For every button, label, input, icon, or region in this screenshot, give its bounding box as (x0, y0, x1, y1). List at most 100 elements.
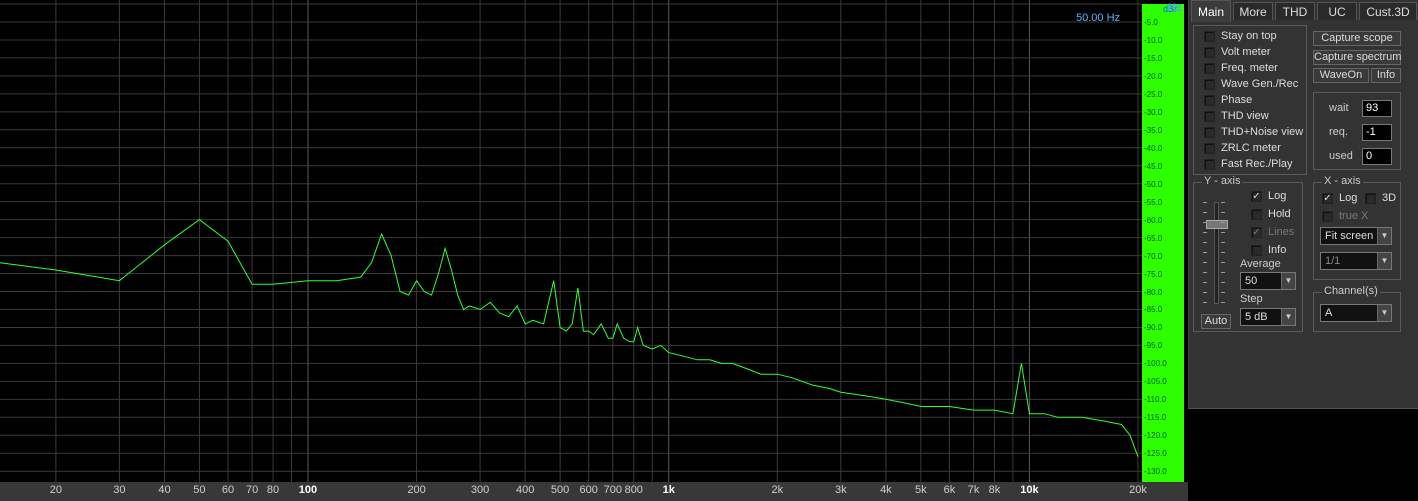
option-label: Fast Rec./Play (1221, 158, 1293, 170)
average-select[interactable]: 50 ▼ (1240, 272, 1296, 290)
y-tick-label: -60.0 (1144, 215, 1163, 225)
checkbox[interactable] (1204, 94, 1215, 106)
slider-tick (1221, 242, 1225, 243)
y-tick-label: -10.0 (1144, 35, 1163, 45)
option-freq-meter[interactable]: Freq. meter (1204, 60, 1278, 76)
checkbox[interactable] (1204, 126, 1215, 138)
y-hold-option[interactable]: Hold (1251, 206, 1291, 222)
option-label: Freq. meter (1221, 62, 1278, 74)
checkbox[interactable] (1251, 244, 1262, 256)
x-scale-select[interactable]: Fit screen ▼ (1320, 227, 1392, 245)
y-tick-label: -75.0 (1144, 269, 1163, 279)
slider-tick (1221, 292, 1225, 293)
x-ratio-select[interactable]: 1/1 ▼ (1320, 252, 1392, 270)
option-thd-noise-view[interactable]: THD+Noise view (1204, 124, 1303, 140)
capture-spectrum-button[interactable]: Capture spectrum (1313, 50, 1401, 65)
step-select[interactable]: 5 dB ▼ (1240, 308, 1296, 326)
checkbox[interactable] (1204, 78, 1215, 90)
spectrum-plot[interactable] (0, 0, 1142, 482)
x-tick-label: 30 (113, 484, 126, 496)
req-field[interactable]: -1 (1362, 124, 1392, 141)
slider-tick (1221, 282, 1225, 283)
option-label: Lines (1268, 226, 1295, 238)
option-label: Phase (1221, 94, 1253, 106)
x-tick-label: 5k (915, 484, 927, 496)
checkbox-checked[interactable]: ✓ (1322, 192, 1333, 204)
x-tick-label: 80 (266, 484, 280, 496)
x-tick-label: 100 (298, 484, 318, 496)
checkbox[interactable] (1204, 62, 1215, 74)
waveon-button[interactable]: WaveOn (1313, 68, 1369, 83)
tab-uc[interactable]: UC (1317, 2, 1357, 20)
step-label: Step (1240, 293, 1263, 305)
checkbox-checked[interactable]: ✓ (1251, 226, 1262, 238)
slider-track[interactable] (1214, 202, 1219, 304)
checkbox[interactable] (1322, 210, 1333, 222)
y-tick-label: -65.0 (1144, 233, 1163, 243)
used-label: used (1329, 150, 1353, 162)
tab-more[interactable]: More (1233, 2, 1273, 20)
chevron-down-icon[interactable]: ▼ (1281, 309, 1295, 325)
req-label: req. (1329, 126, 1348, 138)
chevron-down-icon[interactable]: ▼ (1377, 253, 1391, 269)
slider-tick (1203, 292, 1207, 293)
x-log-option[interactable]: ✓ Log (1322, 190, 1357, 206)
y-log-option[interactable]: ✓ Log (1251, 188, 1286, 204)
option-wave-gen[interactable]: Wave Gen./Rec (1204, 76, 1298, 92)
option-label: Hold (1268, 208, 1291, 220)
capture-scope-button[interactable]: Capture scope (1313, 31, 1401, 46)
checkbox[interactable] (1204, 110, 1215, 122)
slider-tick (1203, 212, 1207, 213)
option-fast-rec-play[interactable]: Fast Rec./Play (1204, 156, 1293, 172)
checkbox[interactable] (1204, 30, 1215, 42)
chevron-down-icon[interactable]: ▼ (1377, 228, 1391, 244)
chevron-down-icon[interactable]: ▼ (1281, 273, 1295, 289)
y-info-option[interactable]: Info (1251, 242, 1286, 258)
x-tick-label: 20k (1129, 484, 1147, 496)
option-label: true X (1339, 210, 1369, 222)
tab-main[interactable]: Main (1191, 0, 1231, 22)
y-tick-label: -15.0 (1144, 53, 1163, 63)
slider-tick (1203, 252, 1207, 253)
channel-select[interactable]: A ▼ (1320, 304, 1392, 322)
option-label: Log (1268, 190, 1287, 202)
used-field[interactable]: 0 (1362, 148, 1392, 165)
option-stay-on-top[interactable]: Stay on top (1204, 28, 1277, 44)
checkbox-checked[interactable]: ✓ (1251, 190, 1262, 202)
y-tick-label: -125.0 (1144, 449, 1167, 459)
info-button[interactable]: Info (1371, 68, 1401, 83)
y-tick-label: -25.0 (1144, 89, 1163, 99)
x-3d-option[interactable]: 3D (1365, 190, 1396, 206)
wait-field[interactable]: 93 (1362, 100, 1392, 117)
slider-tick (1221, 202, 1225, 203)
x-tick-label: 200 (407, 484, 426, 496)
y-tick-label: -35.0 (1144, 125, 1163, 135)
x-tick-label: 1k (662, 484, 675, 496)
x-truex-option[interactable]: true X (1322, 208, 1368, 224)
y-lines-option[interactable]: ✓ Lines (1251, 224, 1294, 240)
x-tick-label: 600 (579, 484, 598, 496)
y-tick-label: -105.0 (1144, 377, 1167, 387)
checkbox[interactable] (1204, 142, 1215, 154)
checkbox[interactable] (1365, 192, 1376, 204)
option-volt-meter[interactable]: Volt meter (1204, 44, 1271, 60)
option-phase[interactable]: Phase (1204, 92, 1252, 108)
x-axis: 20 30 40 50 60 70 80 100 200 300 400 500 600 700 800 1k… (0, 482, 1188, 501)
tab-cust3d[interactable]: Cust.3D (1359, 2, 1417, 20)
checkbox[interactable] (1204, 46, 1215, 58)
x-tick-label: 300 (470, 484, 490, 496)
option-zrlc-meter[interactable]: ZRLC meter (1204, 140, 1281, 156)
chevron-down-icon[interactable]: ▼ (1377, 305, 1391, 321)
slider-tick (1221, 272, 1225, 273)
tab-thd[interactable]: THD (1275, 2, 1315, 20)
option-thd-view[interactable]: THD view (1204, 108, 1269, 124)
x-tick-label: 3k (834, 484, 847, 496)
control-panel: Main More THD UC Cust.3D Stay on top Vol… (1188, 0, 1418, 409)
y-range-slider[interactable] (1203, 196, 1229, 308)
checkbox[interactable] (1204, 158, 1215, 170)
x-tick-label: 8k (988, 484, 1001, 496)
tab-bar: Main More THD UC Cust.3D (1189, 0, 1418, 22)
checkbox[interactable] (1251, 208, 1262, 220)
auto-button[interactable]: Auto (1201, 314, 1231, 329)
slider-tick (1203, 202, 1207, 203)
